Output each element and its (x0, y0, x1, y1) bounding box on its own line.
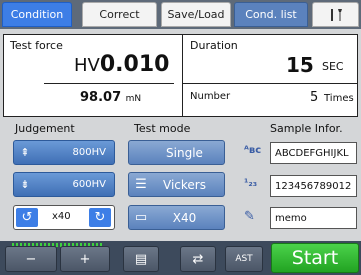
memo-field[interactable]: memo (270, 207, 357, 229)
lower-limit-value: 600HV (72, 179, 106, 190)
numeric-icon: ¹₂₃ (244, 178, 258, 189)
judgement-label: Judgement (15, 122, 75, 135)
duration-label: Duration (190, 39, 238, 52)
sample-name-field[interactable]: ABCDEFGHIJKL (270, 142, 357, 164)
divider (182, 35, 183, 117)
report-button[interactable]: ▤ (123, 246, 159, 272)
mode-button[interactable]: Single (128, 140, 225, 165)
tab-tools[interactable] (312, 2, 359, 27)
increase-button[interactable]: + (60, 246, 110, 272)
upper-limit-button[interactable]: ⇞ 800HV (13, 140, 115, 165)
tab-correct[interactable]: Correct (82, 2, 157, 27)
status-panel: Test force HV0.010 98.07 mN Duration 15 … (3, 34, 358, 117)
tools-icon (330, 8, 342, 21)
list-icon: ☰ (135, 177, 147, 192)
divider (44, 83, 174, 84)
hardness-value: 0.010 (99, 52, 170, 77)
tab-bar: Condition Correct Save/Load Cond. list (0, 0, 361, 29)
ast-icon: AST (235, 254, 253, 264)
force-value: 98.07 mN (80, 90, 141, 105)
force-number: 98.07 (80, 90, 122, 105)
number-unit: Times (324, 93, 354, 104)
rotate-left-icon: ↺ (21, 210, 33, 225)
rotate-right-button[interactable]: ↻ (89, 208, 111, 227)
upper-limit-value: 800HV (72, 147, 106, 158)
mode-value: Single (166, 145, 203, 160)
rotate-right-icon: ↻ (94, 210, 106, 225)
force-unit: mN (125, 94, 142, 104)
tab-save-load[interactable]: Save/Load (161, 2, 231, 27)
duration-unit: SEC (322, 60, 344, 73)
lower-limit-icon: ⇟ (20, 178, 30, 191)
number-label: Number (190, 91, 231, 102)
tab-cond-list[interactable]: Cond. list (234, 2, 308, 27)
magnification-value: x40 (52, 211, 71, 222)
decrease-button[interactable]: − (5, 246, 57, 272)
hardness-readout: HV0.010 (74, 52, 169, 77)
sample-info-label: Sample Infor. (270, 122, 343, 135)
rotate-left-button[interactable]: ↺ (16, 208, 38, 227)
number-value: 5 (310, 90, 319, 105)
magnification-control: ↺ x40 ↻ (13, 205, 115, 230)
transfer-icon: ⇄ (192, 251, 204, 267)
objective-icon: ▭ (134, 210, 148, 225)
indenter-value: Vickers (163, 177, 206, 192)
divider (182, 83, 358, 84)
duration-value: 15 (286, 53, 314, 77)
upper-limit-icon: ⇞ (20, 146, 30, 159)
transfer-button[interactable]: ⇄ (180, 246, 216, 272)
lower-limit-button[interactable]: ⇟ 600HV (13, 172, 115, 197)
test-force-label: Test force (10, 39, 63, 52)
objective-button[interactable]: ▭ X40 (128, 205, 225, 230)
test-mode-label: Test mode (134, 122, 191, 135)
sample-number-field[interactable]: 123456789012 (270, 175, 357, 197)
start-button[interactable]: Start (271, 243, 359, 273)
objective-value: X40 (172, 210, 197, 225)
tab-condition[interactable]: Condition (2, 2, 72, 27)
hardness-prefix: HV (74, 55, 100, 76)
document-icon: ▤ (134, 251, 148, 267)
pencil-icon: ✎ (244, 209, 255, 224)
indenter-button[interactable]: ☰ Vickers (128, 172, 225, 197)
ast-button[interactable]: AST (225, 246, 263, 272)
alpha-icon: ᴬʙᴄ (244, 145, 262, 156)
